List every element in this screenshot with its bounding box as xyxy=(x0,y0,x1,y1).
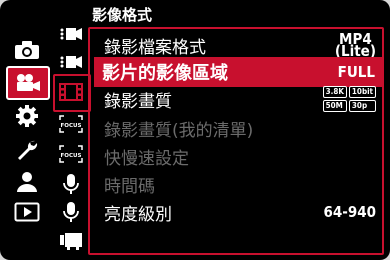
tab-3[interactable] xyxy=(56,80,86,104)
tab-7[interactable] xyxy=(56,200,86,224)
gear-icon xyxy=(16,105,38,127)
menu-item-slow-quick[interactable]: 快慢速設定 xyxy=(96,143,384,169)
tab-4[interactable]: FOCUS xyxy=(56,112,86,136)
person-icon xyxy=(17,172,37,192)
rail-my-menu[interactable] xyxy=(4,166,50,198)
microphone-icon xyxy=(63,174,79,194)
microphone-icon xyxy=(63,202,79,222)
rail-playback[interactable] xyxy=(4,196,50,228)
tab-1[interactable] xyxy=(56,22,86,46)
rail-setup[interactable] xyxy=(4,134,50,166)
file-format-value-bottom: (Lite) xyxy=(334,42,376,60)
svg-text:FOCUS: FOCUS xyxy=(61,153,82,159)
menu-item-rec-file-format[interactable]: 錄影檔案格式 MP4 (Lite) xyxy=(96,32,384,60)
menu-item-rec-quality[interactable]: 錄影畫質 3.8K 10bit 50M 30p xyxy=(96,86,384,112)
page-title: 影像格式 xyxy=(92,6,153,24)
film-stack-icon xyxy=(60,56,82,68)
framerate-badge: 30p xyxy=(348,100,376,112)
rec-quality-badges: 3.8K 10bit 50M 30p xyxy=(322,86,376,112)
menu-item-label: 亮度級別 xyxy=(104,204,172,225)
luminance-value: 64-940 xyxy=(323,203,376,221)
playback-icon xyxy=(14,202,40,222)
focus-icon: FOCUS xyxy=(59,115,83,133)
rail-photo[interactable] xyxy=(4,34,50,66)
image-area-value: FULL xyxy=(337,63,375,81)
wrench-icon xyxy=(18,140,38,160)
menu-item-luminance-level[interactable]: 亮度級別 64-940 xyxy=(96,199,384,225)
video-camera-icon xyxy=(17,74,40,91)
menu-item-image-area[interactable]: 影片的影像區域 FULL xyxy=(94,57,383,87)
rail-video[interactable] xyxy=(6,66,50,100)
monitor-icon xyxy=(60,233,82,250)
menu-item-label: 錄影畫質(我的清單) xyxy=(104,120,254,141)
film-stack-icon xyxy=(60,28,82,40)
tab-2[interactable] xyxy=(56,50,86,74)
film-strip-icon xyxy=(59,83,83,101)
camera-icon xyxy=(15,41,39,59)
menu-item-label: 錄影檔案格式 xyxy=(104,37,206,58)
tab-8[interactable] xyxy=(56,228,86,252)
tab-5[interactable]: FOCUS xyxy=(56,142,86,166)
menu-item-rec-quality-my-list[interactable]: 錄影畫質(我的清單) xyxy=(96,115,384,141)
bit-depth-badge: 10bit xyxy=(348,86,376,98)
tab-6[interactable] xyxy=(56,172,86,196)
resolution-badge: 3.8K xyxy=(322,86,347,98)
tab-column: FOCUS FOCUS xyxy=(56,0,88,260)
svg-text:FOCUS: FOCUS xyxy=(61,123,82,129)
camera-menu-screen: FOCUS FOCUS 影像格式 錄影檔案格式 MP4 (Lite) 影片的影像… xyxy=(0,0,390,260)
bitrate-badge: 50M xyxy=(322,100,347,112)
menu-item-label: 錄影畫質 xyxy=(104,91,172,112)
menu-item-label: 影片的影像區域 xyxy=(102,63,228,84)
category-rail xyxy=(4,0,52,260)
menu-item-label: 時間碼 xyxy=(104,176,155,197)
menu-item-label: 快慢速設定 xyxy=(104,148,189,169)
rail-custom[interactable] xyxy=(4,100,50,132)
file-format-value: MP4 (Lite) xyxy=(334,32,376,60)
menu-item-time-code[interactable]: 時間碼 xyxy=(96,171,384,197)
focus-icon: FOCUS xyxy=(59,145,83,163)
